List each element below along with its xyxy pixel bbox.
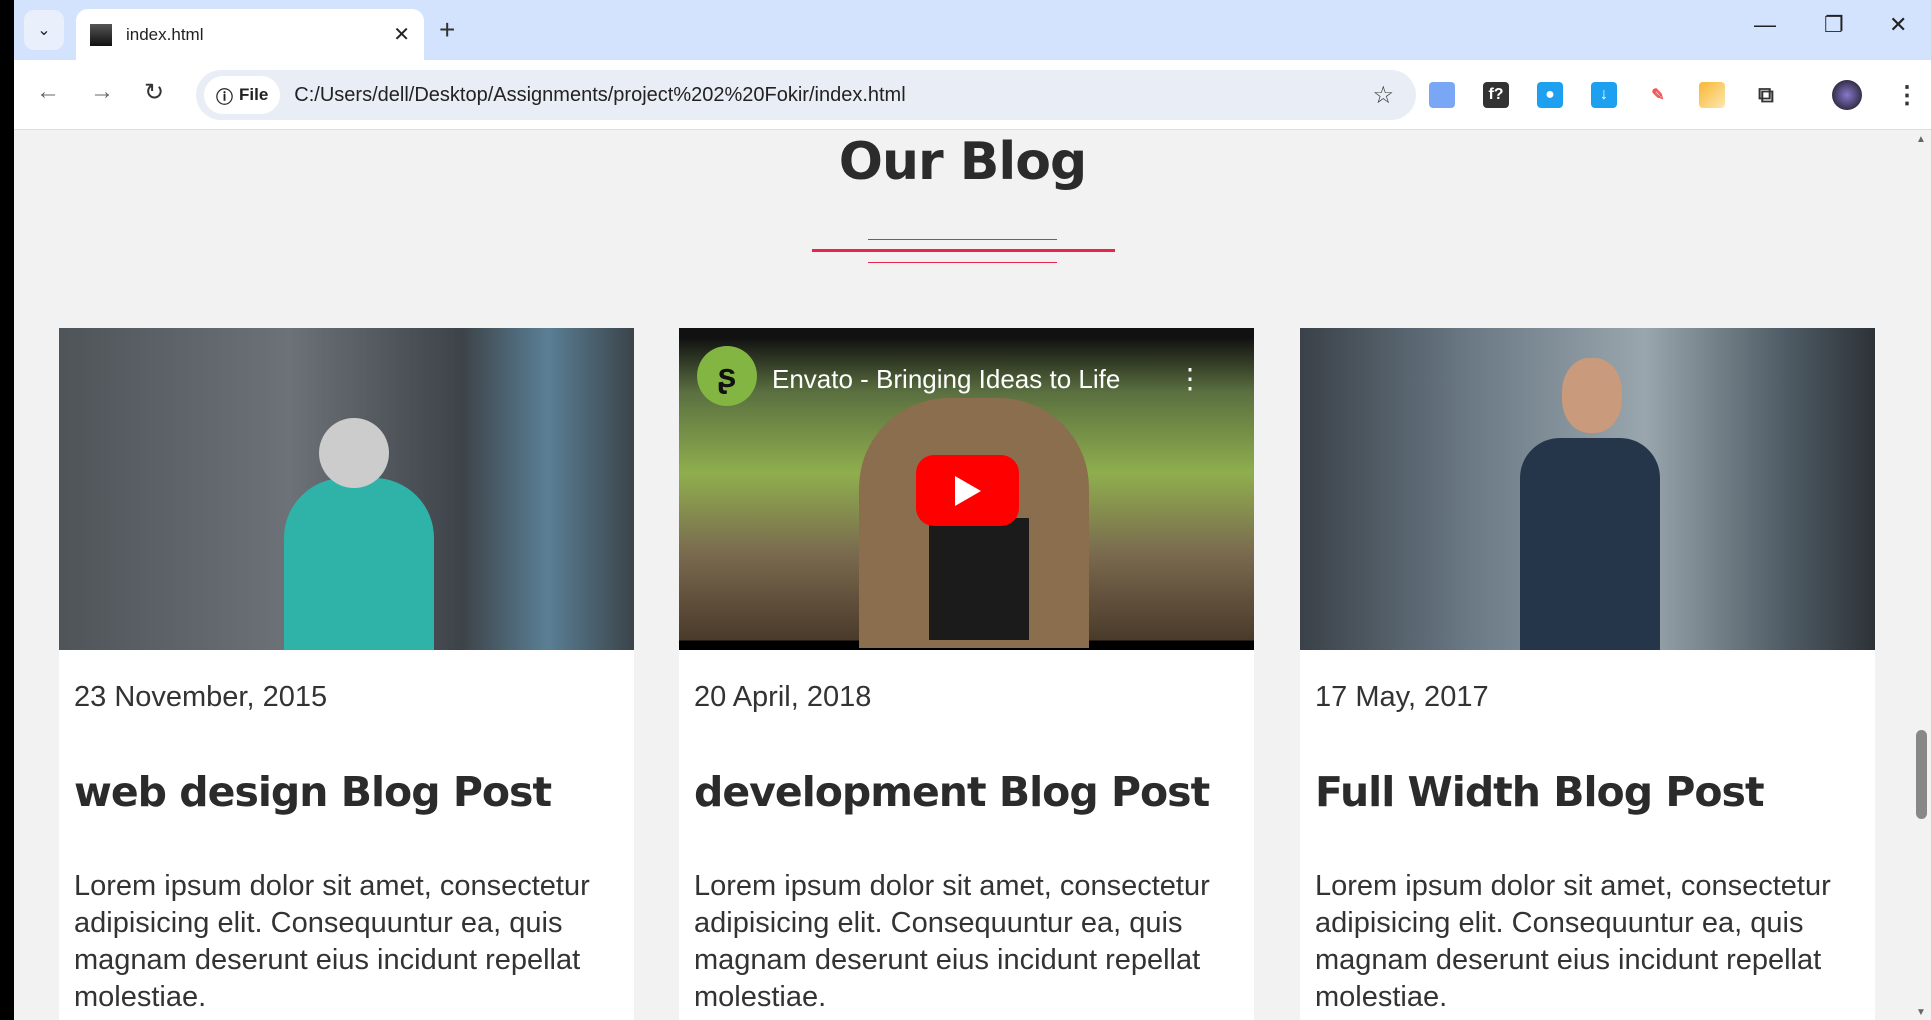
new-tab-button[interactable]: + — [439, 14, 455, 46]
title-divider-bottom — [868, 262, 1057, 263]
tab-search-button[interactable]: ⌄ — [24, 10, 64, 50]
extension-drop-icon[interactable]: ● — [1537, 82, 1563, 108]
play-icon — [954, 475, 981, 506]
minimize-button[interactable]: — — [1754, 12, 1776, 38]
scrollbar-thumb[interactable] — [1916, 730, 1927, 819]
post-title[interactable]: web design Blog Post — [74, 768, 552, 816]
tab-index[interactable]: index.html ✕ — [76, 9, 424, 60]
tab-bar: ⌄ index.html ✕ + — ❐ ✕ — [14, 0, 1931, 60]
desktop-edge — [0, 0, 14, 1020]
post-date: 17 May, 2017 — [1315, 681, 1489, 713]
video-title[interactable]: Envato - Bringing Ideas to Life — [772, 364, 1120, 395]
site-info-button[interactable]: ⓘ File — [204, 76, 281, 114]
title-divider-top — [868, 239, 1057, 240]
extension-download-icon[interactable]: ↓ — [1591, 82, 1617, 108]
forward-button[interactable]: → — [90, 78, 114, 106]
blog-card[interactable]: ʂ Envato - Bringing Ideas to Life ⋮ 20 A… — [679, 328, 1254, 1020]
extension-pages-icon[interactable] — [1429, 82, 1455, 108]
blog-image — [1300, 328, 1875, 650]
post-excerpt: Lorem ipsum dolor sit amet, consectetur … — [694, 870, 1210, 1013]
menu-kebab-icon[interactable]: ⋮ — [1894, 82, 1920, 109]
post-title[interactable]: development Blog Post — [694, 768, 1210, 816]
page-content: Our Blog 23 November, 2015 web design Bl… — [14, 130, 1911, 1020]
restore-button[interactable]: ❐ — [1824, 12, 1844, 38]
toolbar: ← → ↻ ⓘ File C:/Users/dell/Desktop/Assign… — [14, 60, 1931, 130]
scrollbar[interactable]: ▲ ▼ — [1911, 130, 1931, 1020]
address-bar[interactable]: ⓘ File C:/Users/dell/Desktop/Assignments/… — [196, 70, 1416, 120]
url-text[interactable]: C:/Users/dell/Desktop/Assignments/projec… — [294, 84, 1372, 107]
video-embed[interactable]: ʂ Envato - Bringing Ideas to Life ⋮ — [679, 328, 1254, 650]
blog-card[interactable]: 17 May, 2017 Full Width Blog Post Lorem … — [1300, 328, 1875, 1020]
reload-button[interactable]: ↻ — [144, 78, 164, 107]
scroll-down-icon[interactable]: ▼ — [1916, 1007, 1926, 1018]
extension-font-icon[interactable]: f? — [1483, 82, 1509, 108]
post-date: 23 November, 2015 — [74, 681, 328, 713]
profile-avatar[interactable] — [1832, 80, 1862, 110]
section-title: Our Blog — [838, 132, 1087, 192]
extension-notes-icon[interactable] — [1699, 82, 1725, 108]
file-label: File — [239, 85, 269, 104]
bookmark-star-icon[interactable]: ☆ — [1372, 81, 1394, 110]
title-divider-main — [812, 249, 1115, 252]
extension-eyedropper-icon[interactable]: ✎ — [1645, 82, 1671, 108]
back-button[interactable]: ← — [36, 78, 60, 106]
video-menu-icon[interactable]: ⋮ — [1176, 362, 1204, 395]
channel-logo-icon[interactable]: ʂ — [697, 346, 757, 406]
extensions-puzzle-icon[interactable]: ⧉ — [1753, 82, 1779, 108]
blog-image — [59, 328, 634, 650]
blog-card[interactable]: 23 November, 2015 web design Blog Post L… — [59, 328, 634, 1020]
close-window-button[interactable]: ✕ — [1889, 12, 1907, 38]
tab-title: index.html — [126, 24, 204, 44]
post-excerpt: Lorem ipsum dolor sit amet, consectetur … — [1315, 870, 1831, 1013]
play-button[interactable] — [916, 455, 1019, 526]
post-excerpt: Lorem ipsum dolor sit amet, consectetur … — [74, 870, 590, 1013]
post-date: 20 April, 2018 — [694, 681, 872, 713]
info-icon: ⓘ — [216, 87, 233, 107]
post-title[interactable]: Full Width Blog Post — [1315, 768, 1765, 816]
close-tab-icon[interactable]: ✕ — [393, 22, 410, 47]
scroll-up-icon[interactable]: ▲ — [1916, 134, 1926, 145]
favicon-icon — [90, 23, 112, 46]
